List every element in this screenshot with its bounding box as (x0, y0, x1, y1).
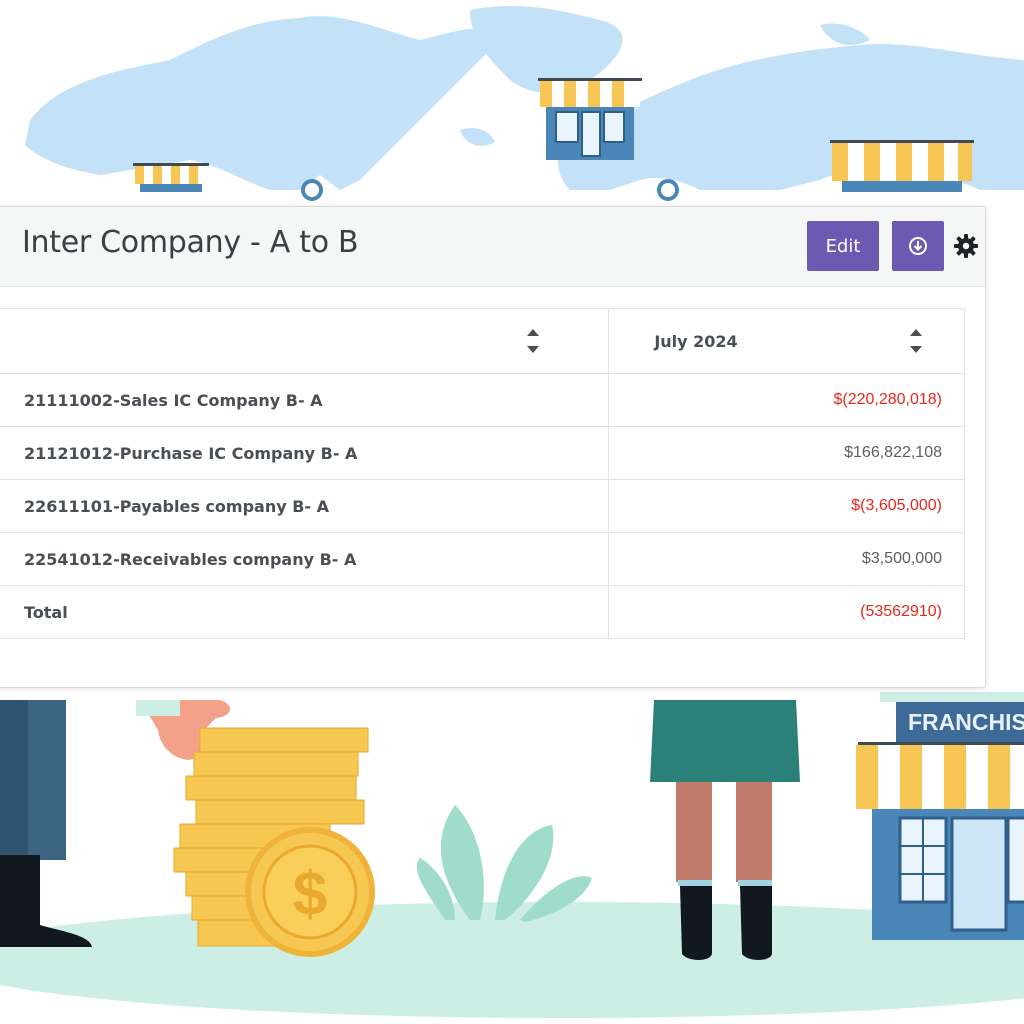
account-cell: 21121012-Purchase IC Company B- A (0, 426, 610, 480)
value-cell: $(3,605,000) (608, 479, 965, 533)
table-row-total: Total (53562910) (0, 585, 965, 639)
panel-header: Inter Company - A to B Edit (0, 207, 985, 287)
total-label-cell: Total (0, 585, 610, 639)
edit-button[interactable]: Edit (807, 221, 879, 271)
table-header-row: July 2024 (0, 308, 965, 374)
person-left (0, 700, 92, 947)
table-row: 21121012-Purchase IC Company B- A $166,8… (0, 426, 965, 480)
dollar-coin: $ (245, 827, 375, 957)
settings-button[interactable] (953, 233, 979, 259)
download-button[interactable] (892, 221, 944, 271)
download-circle-icon (909, 237, 927, 255)
shop-small-left (133, 163, 209, 192)
ground (0, 902, 1024, 1018)
account-cell: 22541012-Receivables company B- A (0, 532, 610, 586)
shop-map-right (830, 140, 974, 192)
report-table: July 2024 21111002-Sales IC Company B- A… (0, 308, 965, 639)
franchise-shop: FRANCHIS (856, 692, 1024, 940)
sort-icon[interactable] (909, 328, 923, 354)
svg-text:FRANCHIS: FRANCHIS (908, 709, 1024, 735)
value-cell: $166,822,108 (608, 426, 965, 480)
table-row: 21111002-Sales IC Company B- A $(220,280… (0, 373, 965, 427)
total-value-cell: (53562910) (608, 585, 965, 639)
account-cell: 21111002-Sales IC Company B- A (0, 373, 610, 427)
report-panel: Inter Company - A to B Edit July 2024 21… (0, 206, 986, 688)
column-header-account[interactable] (0, 308, 610, 374)
value-cell: $(220,280,018) (608, 373, 965, 427)
svg-text:$: $ (293, 860, 327, 929)
table-row: 22611101-Payables company B- A $(3,605,0… (0, 479, 965, 533)
shop-map-center (538, 78, 642, 160)
table-row: 22541012-Receivables company B- A $3,500… (0, 532, 965, 586)
plant (416, 805, 592, 922)
report-title: Inter Company - A to B (22, 225, 359, 260)
column-header-month[interactable]: July 2024 (608, 308, 965, 374)
sort-icon[interactable] (526, 328, 540, 354)
account-cell: 22611101-Payables company B- A (0, 479, 610, 533)
gear-icon (954, 234, 978, 258)
value-cell: $3,500,000 (608, 532, 965, 586)
